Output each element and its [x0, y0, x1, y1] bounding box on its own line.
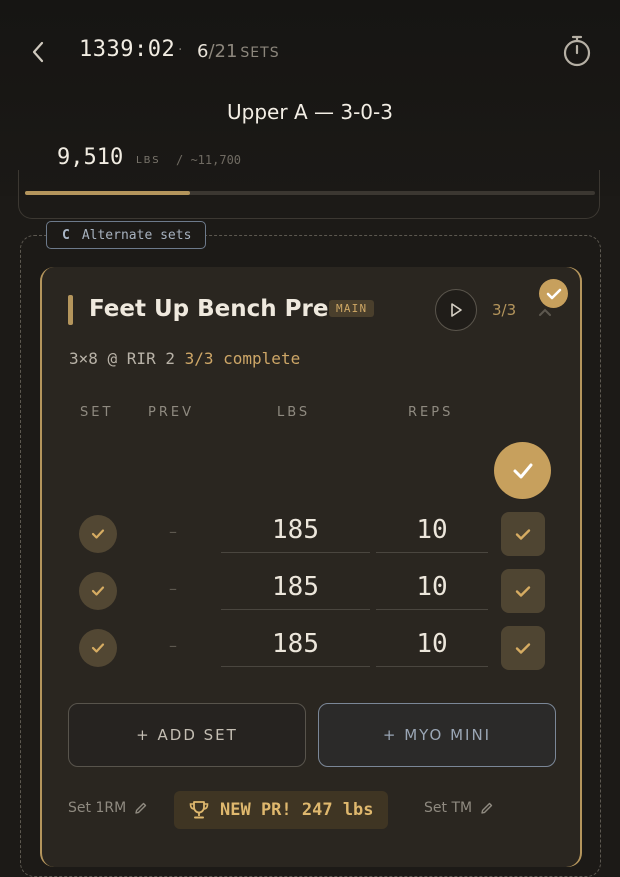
myo-mini-button[interactable]: + MYO MINI — [318, 703, 556, 767]
sets-label: SETS — [240, 45, 280, 61]
set-number-check[interactable] — [79, 515, 117, 553]
column-header-set: SET — [80, 405, 114, 420]
pencil-icon — [481, 802, 493, 814]
column-header-prev: PREV — [148, 405, 194, 420]
reps-input[interactable]: 10 — [376, 565, 488, 610]
sets-counter: 6/21 SETS — [197, 41, 280, 62]
exercise-name[interactable]: Feet Up Bench Press — [89, 296, 356, 322]
column-header-reps: REPS — [408, 405, 454, 420]
stopwatch-button[interactable] — [558, 32, 596, 70]
check-icon — [546, 288, 561, 299]
set-complete-toggle[interactable] — [501, 512, 545, 556]
new-pr-badge: NEW PR! 247 lbs — [174, 791, 388, 829]
check-icon — [91, 586, 105, 596]
add-set-button[interactable]: + ADD SET — [68, 703, 306, 767]
check-icon — [513, 463, 532, 478]
weight-input[interactable]: 185 — [221, 622, 370, 667]
trophy-icon — [189, 801, 209, 819]
alternate-group-letter: C — [62, 227, 70, 243]
check-icon — [91, 529, 105, 539]
play-icon — [451, 303, 462, 317]
exercise-accent-bar — [68, 295, 73, 325]
reps-input[interactable]: 10 — [376, 622, 488, 667]
set-tm-label: Set TM — [424, 800, 473, 816]
reps-input[interactable]: 10 — [376, 508, 488, 553]
play-demo-button[interactable] — [435, 289, 477, 331]
previous-value: – — [169, 522, 177, 541]
exercise-sets-progress: 3/3 — [492, 301, 517, 319]
completion-text: 3/3 complete — [184, 349, 301, 368]
exercise-prescription: 3×8 @ RIR 2 3/3 complete — [69, 349, 300, 368]
volume-progress-bar — [25, 191, 595, 195]
prescription-text: 3×8 @ RIR 2 — [69, 349, 175, 368]
volume-target: / ~11,700 — [176, 153, 242, 167]
check-icon — [515, 585, 531, 597]
weight-input[interactable]: 185 — [221, 565, 370, 610]
back-button[interactable] — [22, 34, 54, 70]
header-separator: · — [178, 42, 183, 58]
set-1rm-link[interactable]: Set 1RM — [68, 800, 148, 816]
previous-value: – — [169, 636, 177, 655]
complete-all-sets-button[interactable] — [494, 442, 551, 499]
weight-input[interactable]: 185 — [221, 508, 370, 553]
check-icon — [91, 643, 105, 653]
stopwatch-icon — [563, 35, 591, 67]
set-number-check[interactable] — [79, 629, 117, 667]
previous-value: – — [169, 579, 177, 598]
pr-text: NEW PR! 247 lbs — [220, 800, 374, 820]
volume-progress-fill — [25, 191, 191, 195]
exercise-complete-badge[interactable] — [539, 279, 568, 308]
volume-value: 9,510 — [57, 145, 124, 170]
workout-title: Upper A — 3-0-3 — [227, 100, 393, 124]
column-header-lbs: LBS — [277, 405, 311, 420]
set-tm-link[interactable]: Set TM — [424, 800, 494, 816]
set-complete-toggle[interactable] — [501, 569, 545, 613]
alternate-sets-tag[interactable]: C Alternate sets — [46, 221, 207, 249]
check-icon — [515, 642, 531, 654]
check-icon — [515, 528, 531, 540]
workout-timer: 1339:02 — [79, 37, 176, 62]
sets-total: /21 — [208, 41, 238, 62]
pencil-icon — [135, 802, 147, 814]
set-1rm-label: Set 1RM — [68, 800, 127, 816]
volume-unit: LBS — [136, 155, 161, 166]
exercise-type-badge: MAIN — [329, 300, 375, 317]
set-complete-toggle[interactable] — [501, 626, 545, 670]
alternate-sets-label: Alternate sets — [81, 227, 192, 243]
back-chevron-icon — [32, 41, 44, 63]
set-number-check[interactable] — [79, 572, 117, 610]
sets-done: 6 — [197, 41, 209, 62]
